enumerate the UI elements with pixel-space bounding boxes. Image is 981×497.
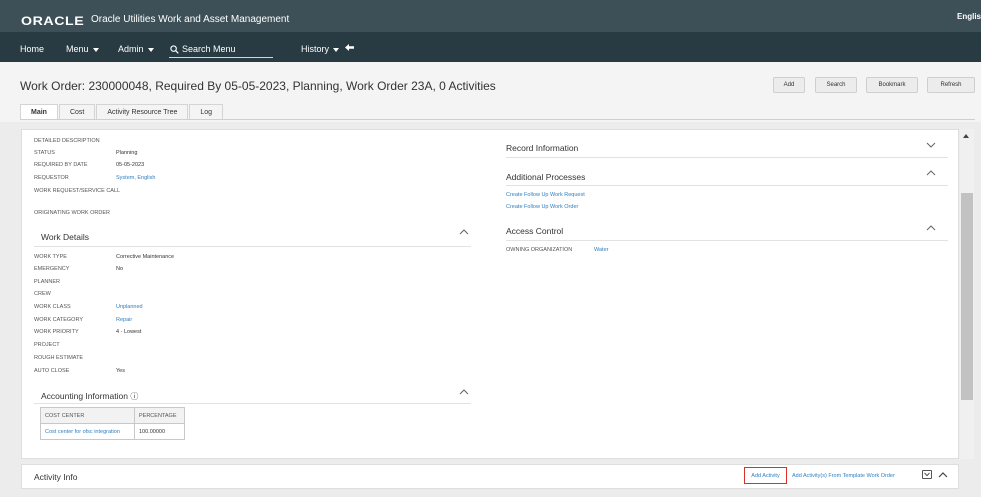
owning-organization-label: OWNING ORGANIZATION — [506, 247, 573, 253]
scrollbar-thumb[interactable] — [961, 193, 973, 400]
search-button[interactable]: Search — [815, 77, 857, 93]
bookmark-button[interactable]: Bookmark — [866, 77, 918, 93]
additional-processes-heading: Additional Processes — [506, 172, 586, 182]
cost-center-link[interactable]: Cost center for ofsc integration — [40, 423, 135, 440]
chevron-up-icon[interactable] — [938, 472, 948, 478]
page-title: Work Order: 230000048, Required By 05-05… — [20, 79, 496, 93]
auto-close-value: Yes — [116, 368, 125, 374]
table-row: Cost center for ofsc integration 100.000… — [40, 423, 185, 440]
tab-main[interactable]: Main — [20, 104, 58, 119]
work-type-value: Corrective Maintenance — [116, 254, 175, 260]
field-label: REQUIRED BY DATE — [34, 162, 88, 168]
field-label: EMERGENCY — [34, 266, 70, 272]
search-menu-label: Search Menu — [182, 44, 236, 54]
tab-cost[interactable]: Cost — [58, 104, 96, 119]
chevron-down-icon — [147, 47, 154, 52]
section-divider — [506, 185, 948, 186]
section-divider — [506, 157, 948, 158]
chevron-down-icon — [333, 47, 340, 52]
language-selector[interactable]: English — [957, 12, 981, 21]
section-divider — [506, 240, 948, 241]
field-label: ORIGINATING WORK ORDER — [34, 210, 110, 216]
chevron-up-icon[interactable] — [459, 229, 469, 235]
section-divider — [34, 403, 471, 404]
info-icon[interactable]: ⓘ — [130, 392, 138, 401]
field-label: WORK REQUEST/SERVICE CALL — [34, 188, 121, 194]
record-information-heading: Record Information — [506, 143, 579, 153]
history-label: History — [301, 44, 330, 54]
column-header: COST CENTER — [40, 407, 135, 424]
scroll-up-arrow-icon[interactable] — [963, 134, 969, 138]
field-label: WORK CATEGORY — [34, 317, 83, 323]
chevron-up-icon[interactable] — [926, 225, 936, 231]
field-label: PROJECT — [34, 342, 60, 348]
tab-divider — [20, 119, 975, 120]
work-priority-value: 4 - Lowest — [116, 329, 142, 335]
accounting-information-heading: Accounting Information ⓘ — [41, 391, 138, 402]
percentage-cell: 100.00000 — [134, 423, 185, 440]
add-activity-link[interactable]: Add Activity — [744, 467, 787, 484]
menu-dropdown[interactable]: Menu — [66, 44, 99, 54]
cost-center-table: COST CENTER PERCENTAGE Cost center for o… — [40, 407, 185, 440]
tab-log[interactable]: Log — [189, 104, 224, 119]
field-label: REQUESTOR — [34, 175, 69, 181]
add-button[interactable]: Add — [773, 77, 805, 93]
chevron-up-icon[interactable] — [926, 170, 936, 176]
emergency-value: No — [116, 266, 124, 272]
owning-organization-link[interactable]: Water — [594, 247, 608, 253]
menu-label: Menu — [66, 44, 89, 54]
work-details-heading: Work Details — [41, 232, 90, 242]
tab-activity-resource-tree[interactable]: Activity Resource Tree — [96, 104, 189, 119]
chevron-down-icon[interactable] — [926, 142, 936, 148]
field-label: STATUS — [34, 150, 55, 156]
create-follow-up-work-request-link[interactable]: Create Follow Up Work Request — [506, 192, 585, 198]
history-dropdown[interactable]: History — [301, 44, 340, 54]
chevron-up-icon[interactable] — [459, 389, 469, 395]
field-label: WORK PRIORITY — [34, 329, 79, 335]
activity-info-heading: Activity Info — [34, 472, 78, 482]
access-control-heading: Access Control — [506, 226, 564, 236]
oracle-logo: ORACLE — [21, 14, 85, 28]
field-label: WORK CLASS — [34, 304, 71, 310]
required-by-date-value: 05-05-2023 — [116, 162, 145, 168]
admin-dropdown[interactable]: Admin — [118, 44, 154, 54]
field-label: WORK TYPE — [34, 254, 67, 260]
field-label: AUTO CLOSE — [34, 368, 70, 374]
work-class-link[interactable]: Unplanned — [116, 304, 143, 310]
tab-bar: Main Cost Activity Resource Tree Log — [20, 104, 224, 119]
field-label: ROUGH ESTIMATE — [34, 355, 84, 361]
search-icon — [170, 45, 179, 54]
column-header: PERCENTAGE — [134, 407, 185, 424]
create-follow-up-work-order-link[interactable]: Create Follow Up Work Order — [506, 204, 578, 210]
table-header-row: COST CENTER PERCENTAGE — [40, 407, 185, 424]
requestor-link[interactable]: System, English — [116, 175, 155, 181]
home-menu[interactable]: Home — [20, 44, 44, 54]
field-label: CREW — [34, 291, 51, 297]
status-value: Planning — [116, 150, 138, 156]
refresh-button[interactable]: Refresh — [927, 77, 975, 93]
back-arrow-icon[interactable] — [345, 43, 354, 52]
admin-label: Admin — [118, 44, 144, 54]
accounting-title: Accounting Information — [41, 391, 128, 401]
chevron-down-icon — [92, 47, 99, 52]
app-title: Oracle Utilities Work and Asset Manageme… — [91, 14, 290, 25]
field-label: DETAILED DESCRIPTION — [34, 138, 100, 144]
menu-bar: Home Menu Admin Search Menu History — [0, 32, 981, 62]
field-label: PLANNER — [34, 279, 60, 285]
add-activity-from-template-link[interactable]: Add Activity(s) From Template Work Order — [792, 473, 895, 479]
work-category-link[interactable]: Repair — [116, 317, 132, 323]
search-menu-field[interactable]: Search Menu — [169, 44, 273, 58]
section-divider — [34, 246, 471, 247]
filter-dropdown-icon[interactable] — [922, 470, 932, 479]
